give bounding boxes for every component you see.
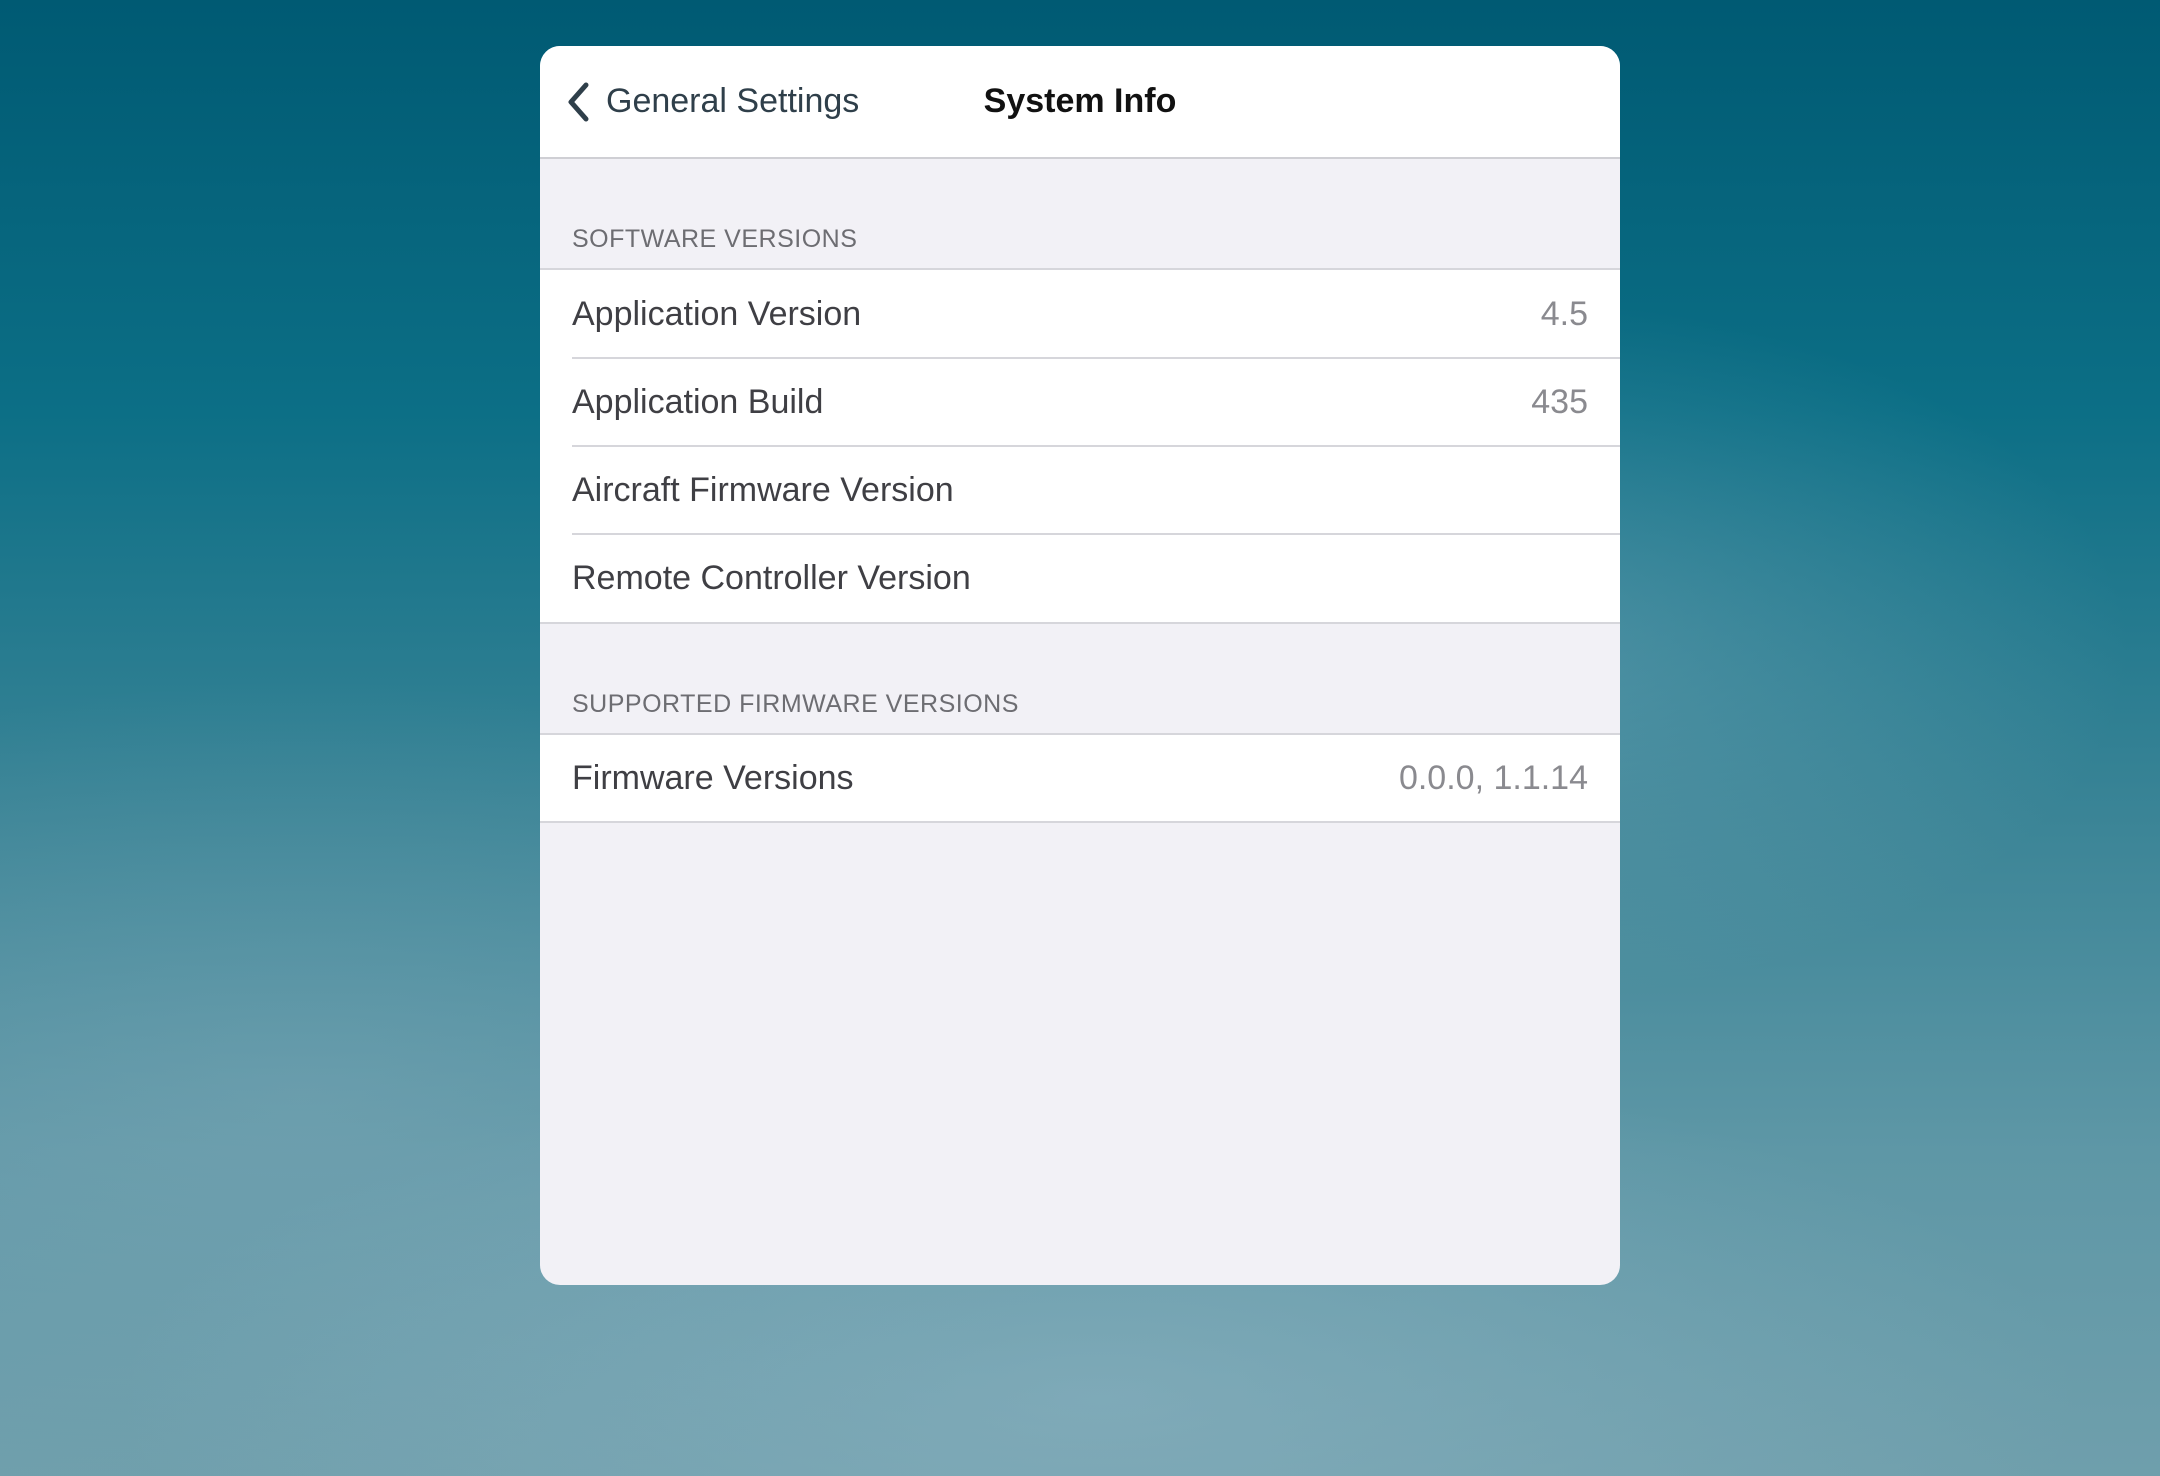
- chevron-left-icon: [564, 80, 594, 124]
- system-info-panel: General Settings System Info SOFTWARE VE…: [540, 46, 1620, 1285]
- row-firmware-versions: Firmware Versions 0.0.0, 1.1.14: [540, 735, 1620, 821]
- navigation-bar: General Settings System Info: [540, 46, 1620, 159]
- row-application-build: Application Build 435: [540, 357, 1620, 446]
- row-remote-controller-version: Remote Controller Version: [540, 533, 1620, 622]
- supported-firmware-group: Firmware Versions 0.0.0, 1.1.14: [540, 733, 1620, 823]
- row-value: 435: [1531, 382, 1588, 421]
- back-button-label: General Settings: [606, 82, 860, 120]
- row-value: 0.0.0, 1.1.14: [1398, 758, 1588, 797]
- software-versions-group: Application Version 4.5 Application Buil…: [540, 268, 1620, 624]
- row-value: 4.5: [1540, 294, 1588, 333]
- row-label: Aircraft Firmware Version: [572, 470, 954, 509]
- back-button[interactable]: General Settings: [564, 46, 859, 157]
- section-header-software-versions: SOFTWARE VERSIONS: [572, 225, 858, 253]
- row-aircraft-firmware-version: Aircraft Firmware Version: [540, 445, 1620, 534]
- row-label: Firmware Versions: [572, 758, 854, 797]
- row-label: Application Build: [572, 382, 824, 421]
- row-label: Application Version: [572, 294, 862, 333]
- section-header-supported-firmware-versions: SUPPORTED FIRMWARE VERSIONS: [572, 690, 1019, 718]
- row-application-version: Application Version 4.5: [540, 270, 1620, 358]
- row-label: Remote Controller Version: [572, 558, 971, 597]
